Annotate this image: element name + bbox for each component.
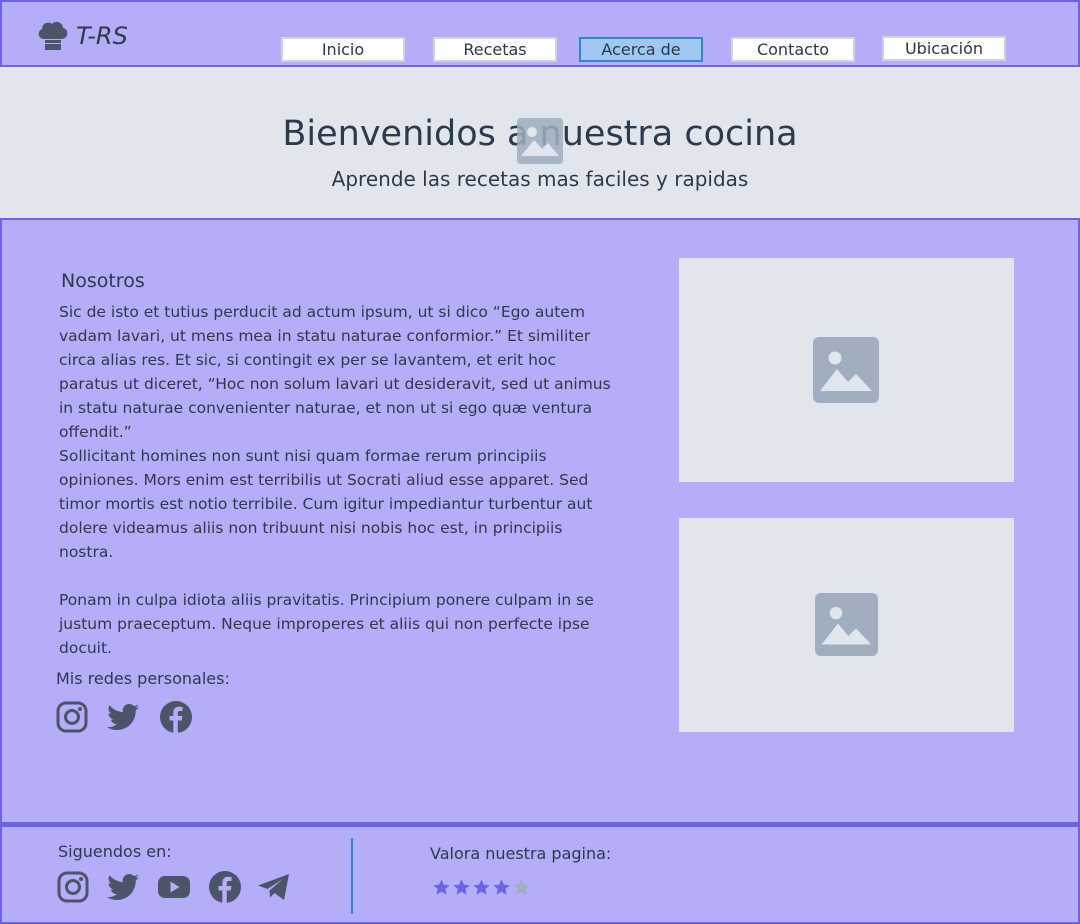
nav-contacto[interactable]: Contacto [731, 37, 855, 62]
image-placeholder-icon [813, 337, 879, 403]
facebook-icon[interactable] [159, 700, 193, 734]
instagram-icon[interactable] [55, 700, 89, 734]
rate-label: Valora nuestra pagina: [430, 844, 612, 863]
hero-banner: Bienvenidos a nuestra cocina Aprende las… [0, 67, 1080, 218]
youtube-icon[interactable] [157, 870, 191, 904]
image-placeholder-icon [517, 118, 563, 164]
facebook-icon[interactable] [208, 870, 242, 904]
hero-subtitle: Aprende las recetas mas faciles y rapida… [331, 167, 749, 191]
twitter-icon[interactable] [107, 700, 141, 734]
star-icon[interactable] [492, 878, 511, 897]
header: T-RS Inicio Recetas Acerca de Contacto U… [0, 0, 1080, 67]
follow-label: Siguendos en: [58, 842, 172, 861]
footer: Siguendos en: Valora nuestra pagina: [0, 824, 1080, 924]
image-placeholder-icon [815, 593, 878, 656]
footer-divider [351, 838, 353, 914]
star-icon[interactable] [432, 878, 451, 897]
nav-acerca-de[interactable]: Acerca de [579, 37, 703, 62]
star-icon[interactable] [512, 878, 531, 897]
nav-ubicacion[interactable]: Ubicación [882, 36, 1006, 61]
logo-text[interactable]: T-RS [76, 22, 128, 50]
about-paragraph: Ponam in culpa idiota aliis pravitatis. … [59, 591, 594, 657]
instagram-icon[interactable] [56, 870, 90, 904]
about-section: Nosotros Sic de isto et tutius perducit … [0, 218, 1080, 824]
star-rating[interactable] [432, 878, 531, 898]
twitter-icon[interactable] [107, 870, 141, 904]
telegram-icon[interactable] [257, 870, 291, 904]
section-title: Nosotros [61, 270, 145, 292]
star-icon[interactable] [452, 878, 471, 897]
image-placeholder [679, 258, 1014, 482]
star-icon[interactable] [472, 878, 491, 897]
chef-hat-icon[interactable] [36, 19, 70, 51]
nav-inicio[interactable]: Inicio [281, 37, 405, 62]
image-placeholder [679, 518, 1014, 732]
about-paragraph: Sollicitant homines non sunt nisi quam f… [59, 447, 593, 561]
personal-social-label: Mis redes personales: [56, 669, 230, 688]
nav-recetas[interactable]: Recetas [433, 37, 557, 62]
about-paragraph: Sic de isto et tutius perducit ad actum … [59, 303, 611, 441]
